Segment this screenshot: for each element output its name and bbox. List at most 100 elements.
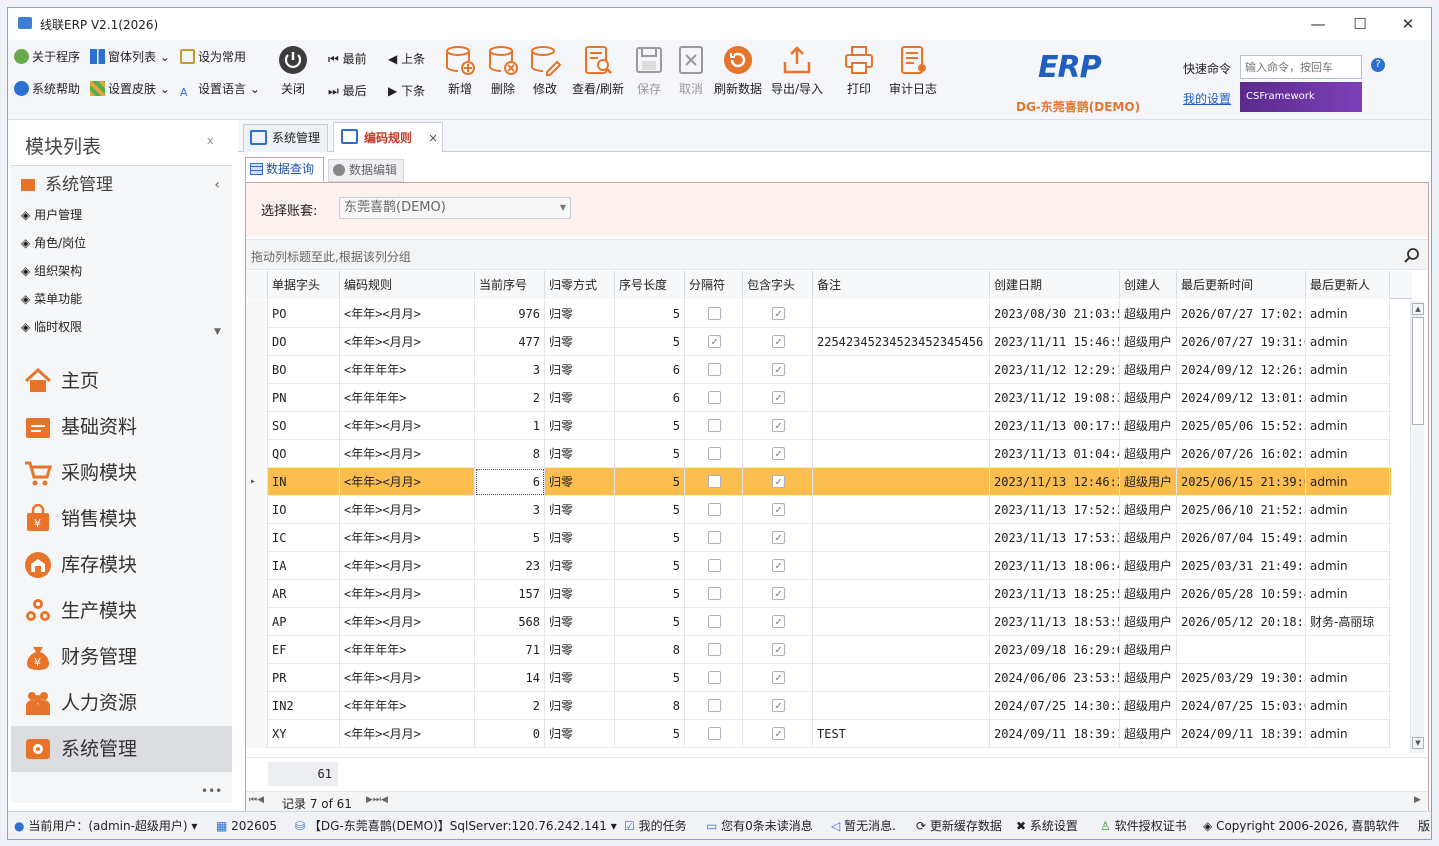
table-cell[interactable]: 归零 <box>545 608 615 636</box>
table-cell[interactable]: 8 <box>615 636 685 664</box>
table-cell[interactable]: 2 <box>475 384 545 412</box>
table-cell[interactable]: 2025/05/06 15:52:35 <box>1177 412 1306 440</box>
sidebar-item-users[interactable]: ◈ 用户管理 <box>21 201 82 229</box>
checkbox[interactable] <box>708 587 721 600</box>
table-cell[interactable]: 976 <box>475 300 545 328</box>
row-indicator[interactable] <box>246 636 268 664</box>
about-button[interactable]: 关于程序 <box>14 46 80 68</box>
table-cell[interactable]: admin <box>1306 384 1390 412</box>
prev-record-button[interactable]: ◀ 上条 <box>388 48 425 70</box>
table-cell[interactable] <box>813 664 990 692</box>
table-cell[interactable] <box>1306 636 1390 664</box>
table-cell[interactable] <box>685 496 743 524</box>
checkbox[interactable]: ✓ <box>772 559 785 572</box>
table-cell[interactable]: 归零 <box>545 468 615 496</box>
table-cell[interactable]: 归零 <box>545 524 615 552</box>
table-cell[interactable]: 2025/06/10 21:52:37 <box>1177 496 1306 524</box>
table-cell[interactable]: 超级用户 <box>1120 300 1177 328</box>
table-cell[interactable]: 2024/09/11 18:39:12 <box>990 720 1120 748</box>
table-cell[interactable]: PO <box>268 300 340 328</box>
row-indicator[interactable] <box>246 384 268 412</box>
row-indicator[interactable] <box>246 664 268 692</box>
checkbox[interactable]: ✓ <box>772 699 785 712</box>
table-cell[interactable] <box>685 664 743 692</box>
subtab-edit[interactable]: 数据编辑 <box>328 159 404 182</box>
column-header[interactable]: 编码规则 <box>340 271 475 299</box>
print-button[interactable]: 打印 <box>843 44 875 116</box>
module-home[interactable]: 主页 <box>11 358 232 404</box>
subtab-query[interactable]: 数据查询 <box>245 157 324 182</box>
group-system-manage[interactable]: 系统管理 ‹ <box>21 172 226 198</box>
row-indicator[interactable] <box>246 496 268 524</box>
table-cell[interactable]: 2026/07/04 15:49:37 <box>1177 524 1306 552</box>
column-header[interactable]: 单据字头 <box>268 271 340 299</box>
column-header[interactable]: 创建日期 <box>990 271 1120 299</box>
module-finance[interactable]: ¥ 财务管理 <box>11 634 232 680</box>
table-cell[interactable]: 3 <box>475 356 545 384</box>
table-cell[interactable]: 2026/07/27 17:02:28 <box>1177 300 1306 328</box>
table-cell[interactable]: <年年><月月> <box>340 440 475 468</box>
row-indicator[interactable] <box>246 692 268 720</box>
table-cell[interactable]: 2024/09/11 18:39:26 <box>1177 720 1306 748</box>
table-cell[interactable]: AR <box>268 580 340 608</box>
table-cell[interactable]: 2023/11/13 18:06:46 <box>990 552 1120 580</box>
table-cell[interactable]: 1 <box>475 412 545 440</box>
table-cell[interactable]: ✓ <box>743 580 813 608</box>
table-cell[interactable]: 5 <box>615 328 685 356</box>
table-cell[interactable]: 2026/05/12 20:18:31 <box>1177 608 1306 636</box>
table-cell[interactable]: 超级用户 <box>1120 608 1177 636</box>
table-cell[interactable]: XY <box>268 720 340 748</box>
table-cell[interactable]: <年年年年> <box>340 356 475 384</box>
table-cell[interactable]: ✓ <box>743 636 813 664</box>
table-cell[interactable]: admin <box>1306 468 1390 496</box>
my-settings-link[interactable]: 我的设置 <box>1183 90 1231 107</box>
table-cell[interactable]: 归零 <box>545 636 615 664</box>
table-cell[interactable] <box>685 440 743 468</box>
close-window-button[interactable]: ✕ <box>1385 8 1431 40</box>
table-cell[interactable]: <年年><月月> <box>340 496 475 524</box>
table-cell[interactable] <box>813 524 990 552</box>
table-cell[interactable]: 超级用户 <box>1120 328 1177 356</box>
table-cell[interactable]: 71 <box>475 636 545 664</box>
table-cell[interactable]: IN2 <box>268 692 340 720</box>
table-cell[interactable]: 归零 <box>545 384 615 412</box>
table-row[interactable]: PO <年年><月月> 976 归零 5 ✓ 2023/08/30 21:03:56 超级用户… <box>246 300 1391 328</box>
table-cell[interactable]: ✓ <box>743 664 813 692</box>
audit-log-button[interactable]: 审计日志 <box>888 44 938 116</box>
table-cell[interactable] <box>685 636 743 664</box>
scroll-up-icon[interactable]: ▲ <box>1412 303 1424 315</box>
table-cell[interactable]: 6 <box>615 356 685 384</box>
table-cell[interactable]: 3 <box>475 496 545 524</box>
table-cell[interactable]: 2 <box>475 692 545 720</box>
help-circle-icon[interactable]: ? <box>1371 58 1385 72</box>
set-common-button[interactable]: 设为常用 <box>180 46 246 68</box>
skin-button[interactable]: 设置皮肤 ⌄ <box>90 78 170 100</box>
checkbox[interactable]: ✓ <box>772 615 785 628</box>
checkbox[interactable] <box>708 475 721 488</box>
module-sales[interactable]: ¥ 销售模块 <box>11 496 232 542</box>
maximize-button[interactable]: ☐ <box>1337 8 1383 40</box>
table-cell[interactable]: 8 <box>475 440 545 468</box>
table-cell[interactable]: 超级用户 <box>1120 440 1177 468</box>
table-cell[interactable]: 2023/09/18 16:29:04 <box>990 636 1120 664</box>
checkbox[interactable] <box>708 727 721 740</box>
table-cell[interactable]: ✓ <box>743 496 813 524</box>
checkbox[interactable] <box>708 503 721 516</box>
table-cell[interactable] <box>685 356 743 384</box>
table-cell[interactable]: 2026/07/26 16:02:20 <box>1177 440 1306 468</box>
table-row[interactable]: BO <年年年年> 3 归零 6 ✓ 2023/11/12 12:29:10 超级用户 2024… <box>246 356 1391 384</box>
nav-scroll-right-icon[interactable]: ▶ <box>1414 795 1421 805</box>
table-cell[interactable] <box>685 720 743 748</box>
table-cell[interactable]: 2024/09/12 13:01:58 <box>1177 384 1306 412</box>
table-cell[interactable]: 归零 <box>545 720 615 748</box>
checkbox[interactable] <box>708 419 721 432</box>
table-cell[interactable]: <年年年年> <box>340 692 475 720</box>
table-cell[interactable]: 超级用户 <box>1120 636 1177 664</box>
table-cell[interactable]: 2023/11/13 17:52:23 <box>990 496 1120 524</box>
table-cell[interactable]: ✓ <box>743 692 813 720</box>
table-cell[interactable]: admin <box>1306 496 1390 524</box>
checkbox[interactable] <box>708 671 721 684</box>
table-cell[interactable] <box>685 300 743 328</box>
module-inventory[interactable]: 库存模块 <box>11 542 232 588</box>
table-cell[interactable]: 5 <box>615 664 685 692</box>
